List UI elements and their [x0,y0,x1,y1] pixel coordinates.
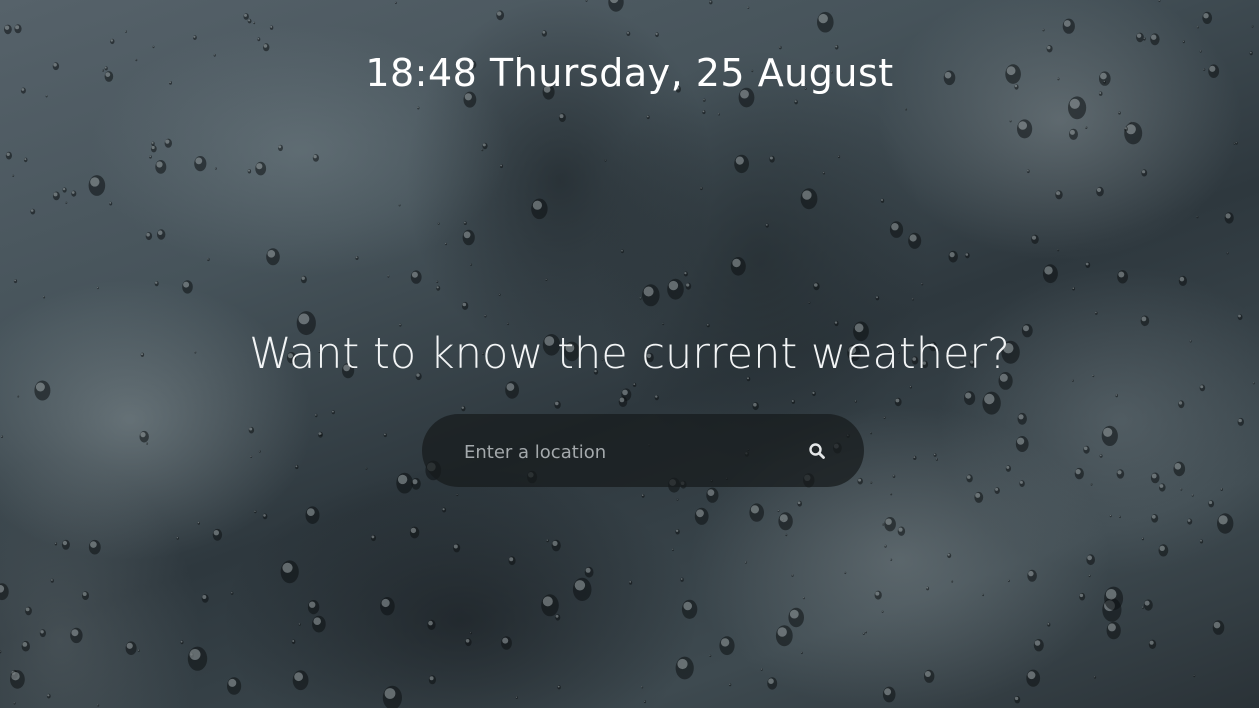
location-search-input[interactable] [462,434,786,470]
search-bar [422,414,864,487]
search-icon [809,443,825,459]
search-button[interactable] [800,437,834,465]
page-headline: Want to know the current weather? [249,329,1010,379]
date-time-display: 18:48 Thursday, 25 August [365,51,894,95]
